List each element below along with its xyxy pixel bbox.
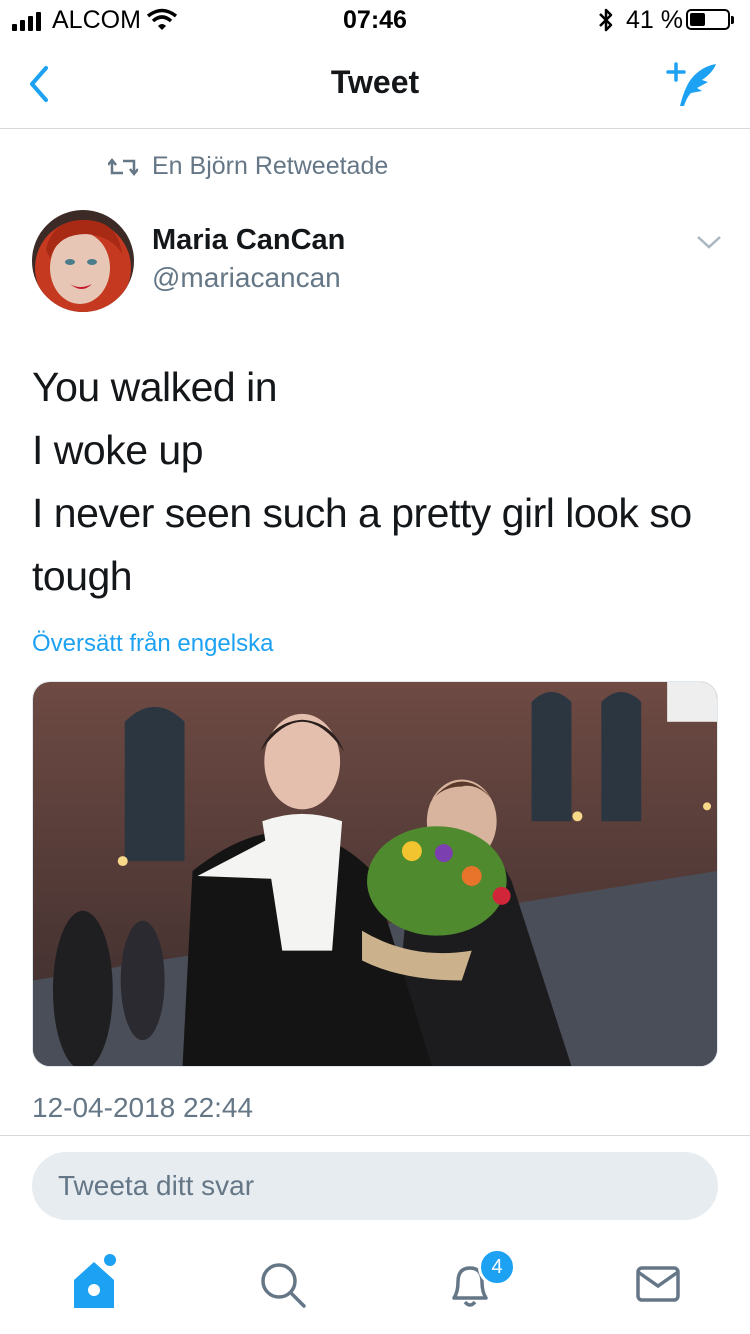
messages-icon[interactable] [628, 1254, 688, 1314]
tweet-timestamp: 12-04-2018 22:44 [32, 1092, 254, 1123]
home-new-indicator [104, 1254, 116, 1266]
retweet-context[interactable]: En Björn Retweetade [108, 152, 388, 181]
battery-level-fill [690, 13, 705, 26]
reply-placeholder: Tweeta ditt svar [58, 1170, 255, 1201]
tweet-text: You walked in I woke up I never seen suc… [32, 356, 722, 608]
status-bar: ALCOM 07:46 41 % [0, 0, 750, 40]
avatar[interactable] [32, 210, 134, 312]
battery-percent: 41 % [626, 6, 683, 34]
reply-input[interactable]: Tweeta ditt svar [32, 1152, 718, 1220]
tweet-text-line: You walked in [32, 364, 278, 410]
tweet-text-line: tough [32, 553, 133, 599]
tweet-text-line: I woke up [32, 427, 204, 473]
tweet-photo[interactable] [32, 681, 718, 1067]
notification-badge: 4 [478, 1248, 516, 1286]
retweet-icon [108, 157, 138, 176]
navigation-bar: Tweet [0, 40, 750, 129]
battery-icon [686, 9, 734, 30]
translate-link[interactable]: Översätt från engelska [32, 630, 273, 658]
compose-tweet-icon[interactable] [664, 58, 724, 110]
bluetooth-icon [599, 8, 613, 32]
search-icon[interactable] [252, 1254, 312, 1314]
retweet-context-label: En Björn Retweetade [152, 152, 389, 180]
page-title: Tweet [330, 64, 420, 100]
author-name[interactable]: Maria CanCan [152, 224, 345, 257]
chevron-down-icon[interactable] [694, 232, 724, 252]
divider [0, 1135, 750, 1136]
tweet-text-line: I never seen such a pretty girl look so [32, 490, 692, 536]
author-handle[interactable]: @mariacancan [152, 262, 341, 294]
